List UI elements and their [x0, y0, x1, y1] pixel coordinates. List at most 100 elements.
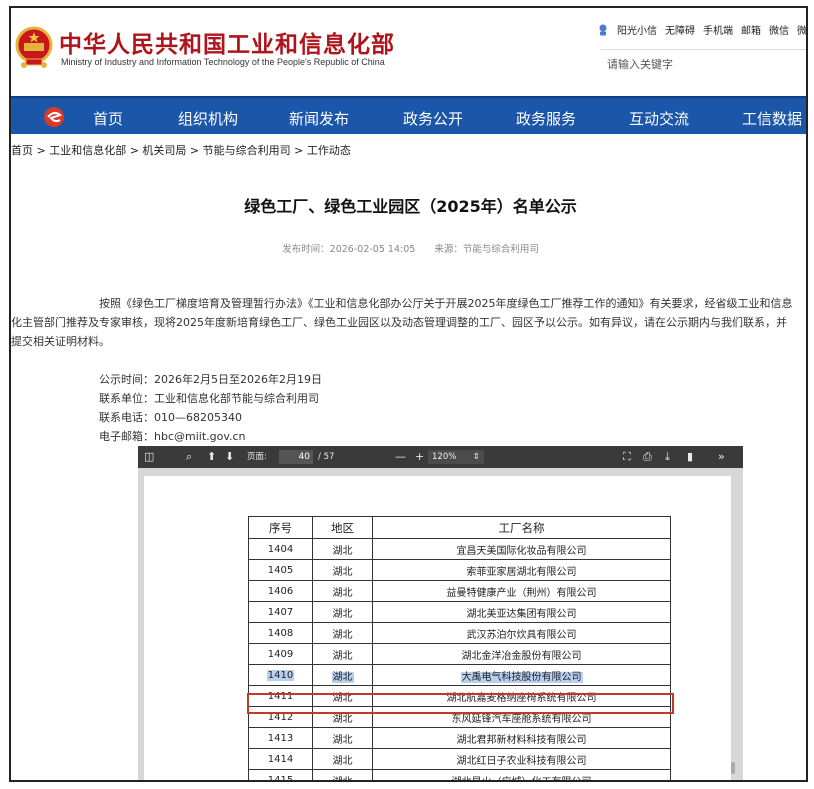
column-header-factory: 工厂名称 [372, 516, 671, 539]
page-frame: 中华人民共和国工业和信息化部 Ministry of Industry and … [9, 6, 808, 782]
pdf-viewer: ◫ ⌕ ⬆ ⬇ 页面: 40 / 57 — + 120% ⇕ ⛶ ⎙ ⤓ ▮ »… [138, 446, 743, 780]
table-row: 1409 湖北 湖北金洋冶金股份有限公司 [248, 643, 671, 665]
zoom-out-icon[interactable]: — [395, 450, 406, 464]
table-row: 1406 湖北 益曼特健康产业（荆州）有限公司 [248, 580, 671, 602]
top-link-email[interactable]: 邮箱 [741, 22, 761, 37]
nav-item-organization[interactable]: 组织机构 [178, 108, 238, 129]
nav-item-services[interactable]: 政务服务 [516, 108, 576, 129]
highlighted-table-row: 1410 湖北 大禹电气科技股份有限公司 [248, 664, 671, 686]
cell-factory: 益曼特健康产业（荆州）有限公司 [372, 580, 671, 602]
publish-time: 发布时间：2026-02-05 14:05 [282, 244, 416, 255]
cell-number: 1413 [248, 727, 313, 749]
column-header-number: 序号 [248, 516, 313, 539]
top-link-mobile[interactable]: 手机端 [703, 22, 733, 37]
breadcrumb[interactable]: 首页 > 工业和信息化部 > 机关司局 > 节能与综合利用司 > 工作动态 [11, 142, 351, 158]
nav-item-home[interactable]: 首页 [93, 108, 123, 129]
table-row: 1413 湖北 湖北君邦新材料科技有限公司 [248, 727, 671, 749]
search-input[interactable]: 请输入关键字 [601, 49, 806, 71]
cell-number: 1406 [248, 580, 313, 602]
cell-region: 湖北 [312, 538, 373, 560]
table-row: 1415 湖北 湖北星火（应城）化工有限公司 [248, 769, 671, 780]
print-icon[interactable]: ⎙ [643, 450, 652, 464]
nav-item-interaction[interactable]: 互动交流 [629, 108, 689, 129]
cell-number: 1407 [248, 601, 313, 623]
cell-number: 1409 [248, 643, 313, 665]
article-source: 来源：节能与综合利用司 [434, 244, 539, 255]
top-link-weibo[interactable]: 微 [797, 22, 806, 37]
table-header-row: 序号 地区 工厂名称 [248, 516, 671, 539]
scrollbar-thumb[interactable] [731, 762, 735, 774]
cell-region: 湖北 [312, 748, 373, 770]
table-row: 1414 湖北 湖北红日子农业科技有限公司 [248, 748, 671, 770]
page-label: 页面: [247, 452, 267, 462]
cell-number: 1404 [248, 538, 313, 560]
cell-region: 湖北 [312, 580, 373, 602]
pdf-page: 序号 地区 工厂名称 1404 湖北 宜昌天美国际化妆品有限公司 1405 湖北 索菲亚… [144, 476, 731, 780]
site-title: 中华人民共和国工业和信息化部 [59, 32, 395, 58]
cell-factory: 武汉苏泊尔炊具有限公司 [372, 622, 671, 644]
cell-region: 湖北 [312, 622, 373, 644]
contact-phone: 联系电话：010—68205340 [99, 411, 242, 424]
table-row: 1405 湖北 索菲亚家居湖北有限公司 [248, 559, 671, 581]
article-meta: 发布时间：2026-02-05 14:05 来源：节能与综合利用司 [11, 241, 806, 255]
sidebar-toggle-icon[interactable]: ◫ [144, 450, 154, 464]
cell-region: 湖北 [312, 727, 373, 749]
cell-factory: 湖北金洋冶金股份有限公司 [372, 643, 671, 665]
select-arrows-icon: ⇕ [472, 452, 480, 462]
nav-item-news[interactable]: 新闻发布 [289, 108, 349, 129]
table-row: 1407 湖北 湖北美亚达集团有限公司 [248, 601, 671, 623]
top-link-sunshine[interactable]: 阳光小信 [617, 22, 657, 37]
fullscreen-icon[interactable]: ⛶ [623, 450, 631, 464]
selected-text: 湖北 [331, 671, 354, 683]
table-row: 1404 湖北 宜昌天美国际化妆品有限公司 [248, 538, 671, 560]
factory-list-table: 序号 地区 工厂名称 1404 湖北 宜昌天美国际化妆品有限公司 1405 湖北 索菲亚… [248, 516, 671, 780]
top-link-wechat[interactable]: 微信 [769, 22, 789, 37]
highlight-box [247, 693, 674, 714]
search-icon[interactable]: ⌕ [186, 450, 192, 464]
article-title: 绿色工厂、绿色工业园区（2025年）名单公示 [244, 197, 577, 216]
zoom-select[interactable]: 120% ⇕ [428, 450, 484, 464]
cell-region: 湖北 [312, 601, 373, 623]
cell-factory: 宜昌天美国际化妆品有限公司 [372, 538, 671, 560]
notice-period: 公示时间：2026年2月5日至2026年2月19日 [99, 373, 322, 386]
cell-number: 1415 [248, 769, 313, 780]
selected-text: 大禹电气科技股份有限公司 [460, 671, 583, 683]
bookmark-icon[interactable]: ▮ [687, 450, 693, 464]
cell-region: 湖北 [312, 643, 373, 665]
cell-region: 湖北 [312, 769, 373, 780]
pdf-toolbar: ◫ ⌕ ⬆ ⬇ 页面: 40 / 57 — + 120% ⇕ ⛶ ⎙ ⤓ ▮ » [138, 446, 743, 468]
column-header-region: 地区 [312, 516, 373, 539]
zoom-in-icon[interactable]: + [415, 450, 424, 464]
cell-number: 1414 [248, 748, 313, 770]
selected-text: 1410 [266, 669, 295, 681]
download-icon[interactable]: ⤓ [665, 450, 670, 464]
top-link-accessibility[interactable]: 无障碍 [665, 22, 695, 37]
article-body: 按照《绿色工厂梯度培育及管理暂行办法》《工业和信息化部办公厅关于开展2025年度… [11, 297, 793, 348]
top-links: 阳光小信 无障碍 手机端 邮箱 微信 微 [597, 22, 806, 37]
more-tools-icon[interactable]: » [718, 450, 725, 464]
cell-factory: 湖北美亚达集团有限公司 [372, 601, 671, 623]
cell-factory: 湖北星火（应城）化工有限公司 [372, 769, 671, 780]
robot-icon [597, 24, 609, 36]
cell-region: 湖北 [312, 559, 373, 581]
miit-logo-icon [44, 107, 64, 127]
total-pages: / 57 [318, 452, 335, 462]
page-number-input[interactable]: 40 [279, 450, 313, 464]
previous-page-icon[interactable]: ⬆ [207, 450, 216, 464]
table-row: 1408 湖北 武汉苏泊尔炊具有限公司 [248, 622, 671, 644]
cell-factory: 湖北君邦新材料科技有限公司 [372, 727, 671, 749]
cell-factory: 索菲亚家居湖北有限公司 [372, 559, 671, 581]
cell-factory: 湖北红日子农业科技有限公司 [372, 748, 671, 770]
cell-region: 湖北 [312, 664, 373, 686]
zoom-value: 120% [432, 452, 457, 462]
contact-email: 电子邮箱：hbc@miit.gov.cn [99, 430, 246, 443]
cell-number: 1408 [248, 622, 313, 644]
site-subtitle: Ministry of Industry and Information Tec… [61, 57, 385, 67]
nav-item-data[interactable]: 工信数据 [742, 108, 802, 129]
contact-unit: 联系单位：工业和信息化部节能与综合利用司 [99, 392, 319, 405]
cell-factory: 大禹电气科技股份有限公司 [372, 664, 671, 686]
cell-number: 1405 [248, 559, 313, 581]
main-nav: 首页 组织机构 新闻发布 政务公开 政务服务 互动交流 工信数据 [11, 96, 806, 134]
nav-item-public-affairs[interactable]: 政务公开 [403, 108, 463, 129]
next-page-icon[interactable]: ⬇ [225, 450, 234, 464]
